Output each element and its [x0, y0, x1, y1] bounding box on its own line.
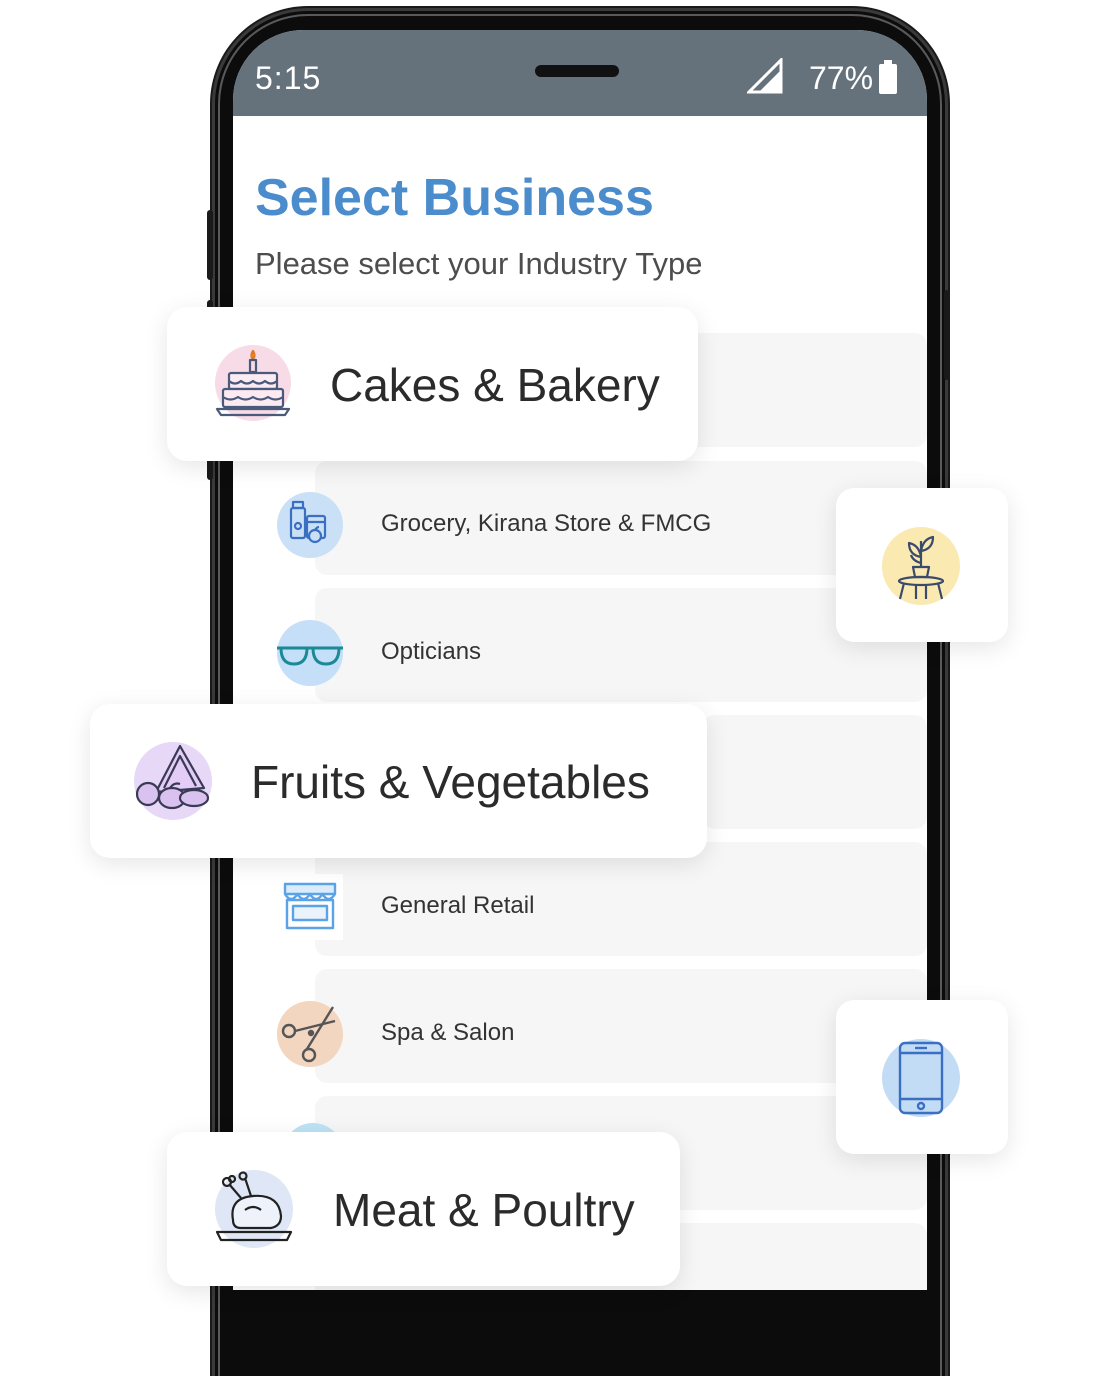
status-time: 5:15 [255, 60, 322, 96]
list-item-spa-salon[interactable]: Spa & Salon [233, 989, 927, 1089]
store-icon [277, 874, 343, 940]
scissors-icon [277, 1001, 343, 1067]
card-cakes-bakery[interactable]: Cakes & Bakery [167, 307, 698, 461]
page-title: Select Business [255, 169, 654, 227]
list-row-background [703, 715, 927, 829]
grocery-icon [277, 492, 343, 558]
card-home-decor[interactable] [836, 488, 1008, 642]
phone-side-button [207, 210, 213, 280]
list-item-general-retail[interactable]: General Retail [233, 862, 927, 962]
plant-icon [882, 527, 960, 605]
fruits-icon [134, 742, 212, 820]
list-item-opticians[interactable]: Opticians [233, 608, 927, 708]
camera-notch [535, 65, 619, 77]
status-bar: 5:15 77% [233, 30, 927, 116]
card-label: Fruits & Vegetables [251, 756, 650, 808]
phone-screen: 5:15 77% Select Business Please select y… [233, 30, 927, 1290]
battery-percent: 77% [809, 60, 874, 96]
glasses-icon [277, 620, 343, 686]
signal-icon [747, 58, 783, 94]
card-meat-poultry[interactable]: Meat & Poultry [167, 1132, 680, 1286]
card-fruits-vegetables[interactable]: Fruits & Vegetables [90, 704, 707, 858]
card-label: Cakes & Bakery [330, 359, 660, 411]
list-item-grocery[interactable]: Grocery, Kirana Store & FMCG [233, 480, 927, 580]
phone-side-button [944, 290, 950, 380]
cake-icon [215, 345, 291, 421]
page-subtitle: Please select your Industry Type [255, 246, 703, 281]
card-mobile-electronics[interactable] [836, 1000, 1008, 1154]
list-item-label: Spa & Salon [381, 1019, 515, 1046]
list-item-label: Grocery, Kirana Store & FMCG [381, 510, 712, 537]
battery-icon [879, 60, 897, 94]
mobile-phone-icon [882, 1039, 960, 1117]
list-item-label: General Retail [381, 892, 535, 919]
list-item-label: Opticians [381, 638, 482, 665]
chicken-icon [215, 1170, 293, 1248]
card-label: Meat & Poultry [333, 1184, 635, 1236]
